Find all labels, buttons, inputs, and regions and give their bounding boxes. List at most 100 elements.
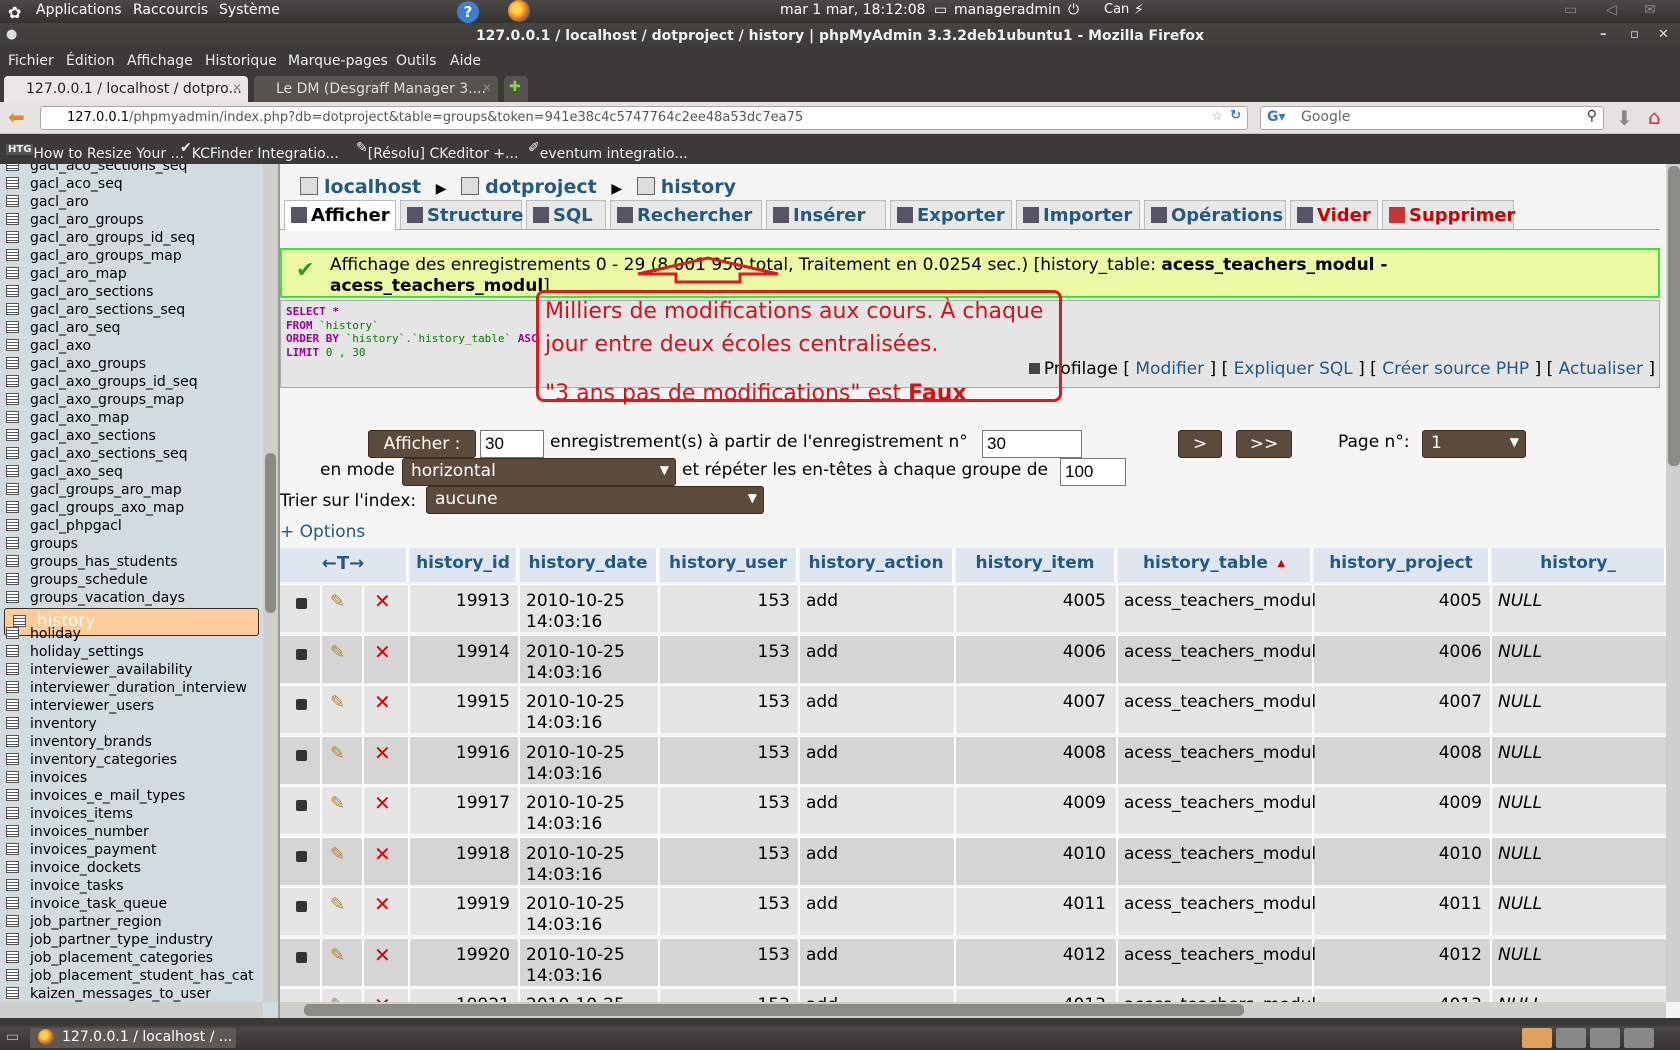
tab-search[interactable]: Rechercher <box>610 200 762 229</box>
sidebar-table-item[interactable]: holiday <box>6 626 261 644</box>
page-select[interactable]: 1 ▼ <box>1422 430 1526 458</box>
sidebar-table-item[interactable]: gacl_axo_sections_seq <box>6 446 261 464</box>
delete-row-icon[interactable]: ✕ <box>374 892 391 916</box>
help-icon[interactable]: ? <box>457 1 479 23</box>
delete-row-icon[interactable]: ✕ <box>374 690 391 714</box>
sidebar-table-item[interactable]: gacl_aco_sections_seq <box>6 164 261 176</box>
workspace-2-icon[interactable] <box>1556 1028 1586 1048</box>
sidebar-table-item[interactable]: groups <box>6 536 261 554</box>
panel-user[interactable]: manageradmin <box>954 2 1061 18</box>
column-header[interactable]: history_action <box>800 548 954 582</box>
workspace-1-icon[interactable] <box>1522 1028 1552 1048</box>
sidebar-table-item[interactable]: gacl_axo_groups_map <box>6 392 261 410</box>
sidebar-table-item[interactable]: invoices_items <box>6 806 261 824</box>
menu-help[interactable]: Aide <box>450 53 481 69</box>
sidebar-table-item[interactable]: invoice_task_queue <box>6 896 261 914</box>
edit-pencil-icon[interactable]: ✎ <box>330 591 345 612</box>
row-checkbox[interactable] <box>296 648 307 660</box>
refresh-link[interactable]: Actualiser <box>1559 359 1643 379</box>
sidebar-table-item[interactable]: kaizen_messages_to_user <box>6 986 261 1002</box>
tab-phpmyadmin[interactable]: 127.0.0.1 / localhost / dotpro... ✕ <box>4 76 248 102</box>
sidebar-table-item[interactable]: gacl_aro_groups <box>6 212 261 230</box>
power-icon[interactable]: ⏻ <box>1068 2 1079 18</box>
column-header[interactable]: history_date <box>520 548 658 582</box>
edit-pencil-icon[interactable]: ✎ <box>330 692 345 713</box>
sidebar-table-item[interactable]: gacl_phpgacl <box>6 518 261 536</box>
sidebar-table-item[interactable]: inventory_brands <box>6 734 261 752</box>
download-icon[interactable]: ⬇ <box>1616 106 1633 130</box>
sidebar-table-item[interactable]: invoice_dockets <box>6 860 261 878</box>
sidebar-table-item[interactable]: groups_schedule <box>6 572 261 590</box>
chat-icon[interactable]: ▭ <box>934 2 947 18</box>
breadcrumb-db[interactable]: dotproject <box>485 176 597 198</box>
sidebar-table-item[interactable]: job_partner_region <box>6 914 261 932</box>
menu-history[interactable]: Historique <box>205 53 277 69</box>
row-checkbox[interactable] <box>296 951 307 963</box>
options-link[interactable]: + Options <box>280 522 365 542</box>
menu-view[interactable]: Affichage <box>127 53 193 69</box>
sidebar-table-item[interactable]: invoices <box>6 770 261 788</box>
reload-icon[interactable]: ↻ <box>1230 108 1241 123</box>
column-header[interactable]: history_table ▲ <box>1118 548 1312 582</box>
sidebar-table-item[interactable]: invoices_payment <box>6 842 261 860</box>
search-icon[interactable]: ⚲ <box>1587 108 1597 124</box>
delete-row-icon[interactable]: ✕ <box>374 640 391 664</box>
new-tab-button[interactable]: ✚ <box>504 76 528 102</box>
sidebar-table-item[interactable]: gacl_axo_sections <box>6 428 261 446</box>
applications-menu[interactable]: Applications <box>36 2 122 18</box>
gnome-foot-icon[interactable]: ✿ <box>8 3 21 22</box>
sidebar-table-item[interactable]: gacl_aro_seq <box>6 320 261 338</box>
sidebar-table-item[interactable]: gacl_aro_groups_map <box>6 248 261 266</box>
maximize-icon[interactable]: ▫ <box>1630 27 1639 42</box>
tab-structure[interactable]: Structure <box>400 200 523 229</box>
menu-file[interactable]: Fichier <box>8 53 54 69</box>
sidebar-table-item[interactable]: gacl_aro <box>6 194 261 212</box>
close-icon[interactable]: ✕ <box>1658 27 1669 42</box>
tab-export[interactable]: Exporter <box>890 200 1012 229</box>
menu-tools[interactable]: Outils <box>396 53 436 69</box>
workspace-3-icon[interactable] <box>1590 1028 1620 1048</box>
shortcuts-menu[interactable]: Raccourcis <box>133 2 208 18</box>
sidebar-table-item[interactable]: invoices_number <box>6 824 261 842</box>
sidebar-table-item[interactable]: job_partner_type_industry <box>6 932 261 950</box>
sidebar-table-item[interactable]: gacl_aro_map <box>6 266 261 284</box>
menu-edit[interactable]: Édition <box>66 53 114 69</box>
edit-pencil-icon[interactable]: ✎ <box>330 793 345 814</box>
workspace-4-icon[interactable] <box>1624 1028 1654 1048</box>
column-header[interactable]: history_user <box>660 548 798 582</box>
column-header[interactable]: history_ <box>1492 548 1666 582</box>
panel-clock[interactable]: mar 1 mar, 18:12:08 <box>780 2 926 18</box>
search-bar[interactable]: G▾ Google ⚲ <box>1260 106 1604 130</box>
last-page-button[interactable]: >> <box>1236 430 1292 458</box>
left-horizontal-scrollbar[interactable] <box>0 1002 263 1018</box>
bookmark-item[interactable]: ✎ [Résolu] CKeditor +... <box>356 140 518 162</box>
row-checkbox[interactable] <box>296 598 307 609</box>
sidebar-table-item[interactable]: gacl_axo_seq <box>6 464 261 482</box>
delete-row-icon[interactable]: ✕ <box>374 943 391 967</box>
sidebar-table-item[interactable]: gacl_axo_groups <box>6 356 261 374</box>
url-bar[interactable]: 127.0.0.1/phpmyadmin/index.php?db=dotpro… <box>40 106 1248 130</box>
show-desktop-icon[interactable]: ▭ <box>6 1029 19 1045</box>
tab-close-icon[interactable]: ✕ <box>232 81 242 95</box>
left-scroll-thumb[interactable] <box>265 453 276 613</box>
delete-row-icon[interactable]: ✕ <box>374 741 391 765</box>
column-header[interactable]: history_project <box>1314 548 1490 582</box>
edit-pencil-icon[interactable]: ✎ <box>330 945 345 966</box>
star-icon[interactable]: ☆ <box>1211 109 1223 124</box>
edit-sql-link[interactable]: Modifier <box>1135 359 1204 379</box>
edit-pencil-icon[interactable]: ✎ <box>330 844 345 865</box>
sidebar-table-item[interactable]: gacl_groups_aro_map <box>6 482 261 500</box>
google-icon[interactable]: G▾ <box>1267 109 1286 125</box>
sidebar-table-item[interactable]: invoice_tasks <box>6 878 261 896</box>
create-php-link[interactable]: Créer source PHP <box>1382 359 1529 379</box>
tab-sql[interactable]: SQL <box>526 200 606 229</box>
sidebar-table-item[interactable]: interviewer_duration_interview <box>6 680 261 698</box>
sidebar-table-item[interactable]: interviewer_availability <box>6 662 261 680</box>
sidebar-table-item[interactable]: inventory_categories <box>6 752 261 770</box>
sidebar-table-item[interactable]: gacl_axo_groups_id_seq <box>6 374 261 392</box>
edit-pencil-icon[interactable]: ✎ <box>330 743 345 764</box>
display-icon[interactable]: ▭ <box>1564 2 1577 18</box>
mode-select[interactable]: horizontal ▼ <box>402 458 676 486</box>
row-checkbox[interactable] <box>296 699 307 710</box>
breadcrumb-server[interactable]: localhost <box>324 176 421 198</box>
